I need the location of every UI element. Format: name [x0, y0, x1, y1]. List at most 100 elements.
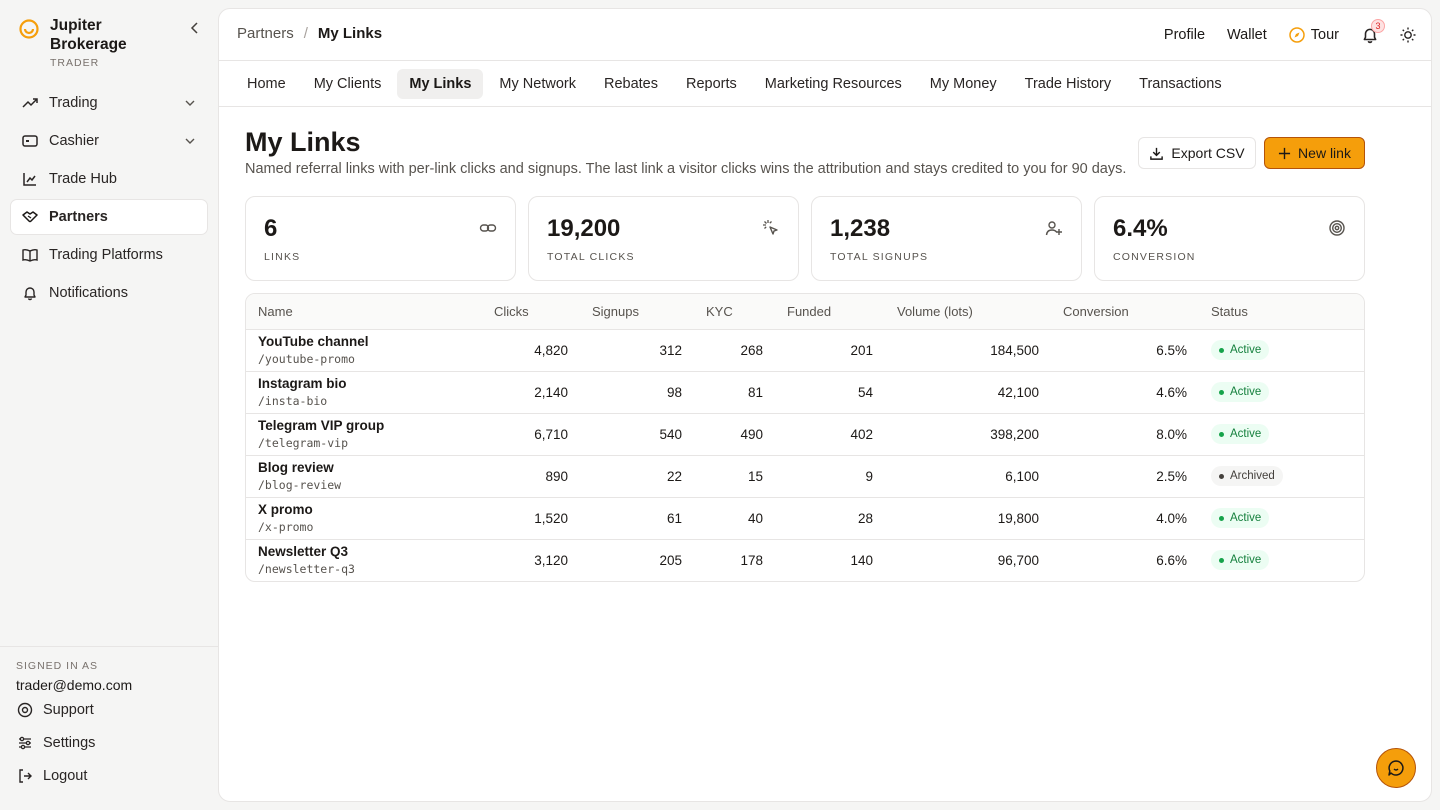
link-slug: /x-promo	[258, 519, 314, 534]
logout-link[interactable]: Logout	[16, 759, 202, 792]
link-name: Telegram VIP group	[258, 417, 385, 433]
sidebar-item-label: Partners	[49, 209, 108, 225]
download-icon	[1150, 147, 1164, 160]
breadcrumb-parent[interactable]: Partners	[237, 25, 294, 42]
notification-count-badge: 3	[1371, 19, 1385, 33]
support-label: Support	[43, 701, 94, 718]
tab-marketing-resources[interactable]: Marketing Resources	[753, 69, 914, 99]
stat-label: TOTAL SIGNUPS	[830, 251, 929, 263]
links-table: Name Clicks Signups KYC Funded Volume (l…	[245, 293, 1365, 582]
status-dot	[1219, 389, 1224, 395]
sidebar-item-partners[interactable]: Partners	[10, 199, 208, 235]
col-header-status[interactable]: Status	[1199, 294, 1364, 329]
profile-link[interactable]: Profile	[1164, 27, 1205, 43]
trend-up-icon	[21, 94, 39, 112]
sidebar-item-label: Notifications	[49, 285, 128, 301]
stat-value: 6.4%	[1113, 215, 1168, 242]
col-header-volume[interactable]: Volume (lots)	[885, 294, 1051, 329]
page-title: My Links	[245, 127, 361, 157]
topbar: Partners / My Links Profile Wallet Tour …	[219, 9, 1431, 61]
brand: Jupiter Brokerage TRADER	[18, 16, 208, 72]
cell-volume: 6,100	[1005, 468, 1039, 484]
brand-name: Jupiter Brokerage	[50, 17, 127, 53]
col-header-conversion[interactable]: Conversion	[1051, 294, 1199, 329]
cell-signups: 22	[666, 468, 682, 484]
tab-my-links[interactable]: My Links	[397, 68, 484, 99]
cell-conversion: 6.5%	[1156, 342, 1187, 358]
tab-reports[interactable]: Reports	[674, 69, 749, 99]
theme-toggle-button[interactable]	[1399, 26, 1417, 44]
handshake-icon	[21, 208, 39, 226]
status-badge: Archived	[1211, 466, 1283, 486]
new-link-button[interactable]: New link	[1264, 137, 1365, 169]
export-csv-button[interactable]: Export CSV	[1138, 137, 1256, 169]
status-dot	[1219, 515, 1224, 521]
chart-icon	[21, 170, 39, 188]
col-header-kyc[interactable]: KYC	[694, 294, 775, 329]
status-label: Active	[1230, 512, 1262, 524]
table-row[interactable]: X promo/x-promo 1,520 61 40 28 19,800 4.0% Acti…	[246, 497, 1364, 539]
table-row[interactable]: Newsletter Q3/newsletter-q3 3,120 205 178 14…	[246, 539, 1364, 581]
link-name: Instagram bio	[258, 375, 347, 391]
compass-icon	[1289, 27, 1305, 43]
col-header-name[interactable]: Name	[246, 294, 482, 329]
cell-clicks: 890	[545, 468, 568, 484]
cell-name: Instagram bio/insta-bio	[246, 371, 482, 413]
settings-link[interactable]: Settings	[16, 726, 202, 759]
tab-my-clients[interactable]: My Clients	[302, 69, 394, 99]
stat-value: 1,238	[830, 215, 891, 242]
cell-signups: 205	[659, 552, 682, 568]
tab-my-money[interactable]: My Money	[918, 69, 1009, 99]
cell-status: Active	[1199, 539, 1364, 581]
cell-kyc: 81	[747, 384, 763, 400]
tab-trade-history[interactable]: Trade History	[1013, 69, 1123, 99]
wallet-link[interactable]: Wallet	[1227, 27, 1267, 43]
link-name: Newsletter Q3	[258, 543, 349, 559]
page-description: Named referral links with per-link click…	[245, 161, 1127, 177]
col-header-funded[interactable]: Funded	[775, 294, 885, 329]
sidebar-item-trade-hub[interactable]: Trade Hub	[10, 161, 208, 197]
cell-clicks: 3,120	[534, 552, 568, 568]
col-header-signups[interactable]: Signups	[580, 294, 694, 329]
tab-my-network[interactable]: My Network	[487, 69, 588, 99]
table-row[interactable]: Blog review/blog-review 890 22 15 9 6,100 2.5%…	[246, 455, 1364, 497]
cell-volume: 19,800	[997, 510, 1039, 526]
signed-in-label: SIGNED IN AS	[16, 660, 99, 672]
main-panel: Partners / My Links Profile Wallet Tour …	[218, 8, 1432, 802]
sidebar-item-trading[interactable]: Trading	[10, 85, 208, 121]
tab-transactions[interactable]: Transactions	[1127, 69, 1233, 99]
stat-label: LINKS	[264, 251, 301, 263]
status-label: Active	[1230, 554, 1262, 567]
tour-button[interactable]: Tour	[1289, 27, 1339, 43]
chat-support-button[interactable]	[1376, 748, 1416, 788]
status-badge: Active	[1211, 424, 1270, 444]
support-link[interactable]: Support	[16, 693, 202, 726]
cell-status: Active	[1199, 329, 1364, 371]
sidebar-item-cashier[interactable]: Cashier	[10, 123, 208, 159]
col-header-clicks[interactable]: Clicks	[482, 294, 580, 329]
cell-clicks: 2,140	[534, 384, 568, 400]
table-row[interactable]: YouTube channel/youtube-promo 4,820 312 268…	[246, 329, 1364, 371]
stat-card-total-clicks: 19,200 TOTAL CLICKS	[528, 196, 799, 281]
table-row[interactable]: Instagram bio/insta-bio 2,140 98 81 54 42,100…	[246, 371, 1364, 413]
link-slug: /blog-review	[258, 477, 342, 492]
table-row[interactable]: Telegram VIP group/telegram-vip 6,710 540 4…	[246, 413, 1364, 455]
cell-funded: 54	[857, 384, 873, 400]
export-csv-label: Export CSV	[1171, 145, 1245, 161]
cell-funded: 28	[857, 510, 873, 526]
tab-rebates[interactable]: Rebates	[592, 69, 670, 99]
notifications-button[interactable]: 3	[1361, 19, 1385, 44]
status-dot	[1219, 431, 1224, 437]
stat-card-links: 6 LINKS	[245, 196, 516, 281]
target-icon	[1329, 220, 1345, 236]
breadcrumb-current: My Links	[317, 25, 383, 42]
cell-volume: 184,500	[990, 342, 1039, 358]
sidebar-item-label: Trade Hub	[49, 171, 117, 187]
collapse-sidebar-button[interactable]	[186, 18, 204, 38]
tab-home[interactable]: Home	[235, 69, 298, 99]
chevron-left-icon	[190, 22, 198, 34]
status-label: Active	[1230, 344, 1262, 356]
sidebar-item-trading-platforms[interactable]: Trading Platforms	[10, 237, 208, 273]
sidebar-nav: Trading Cashier Trade Hub Partners Tradi…	[10, 85, 208, 313]
sidebar-item-notifications[interactable]: Notifications	[10, 275, 208, 311]
